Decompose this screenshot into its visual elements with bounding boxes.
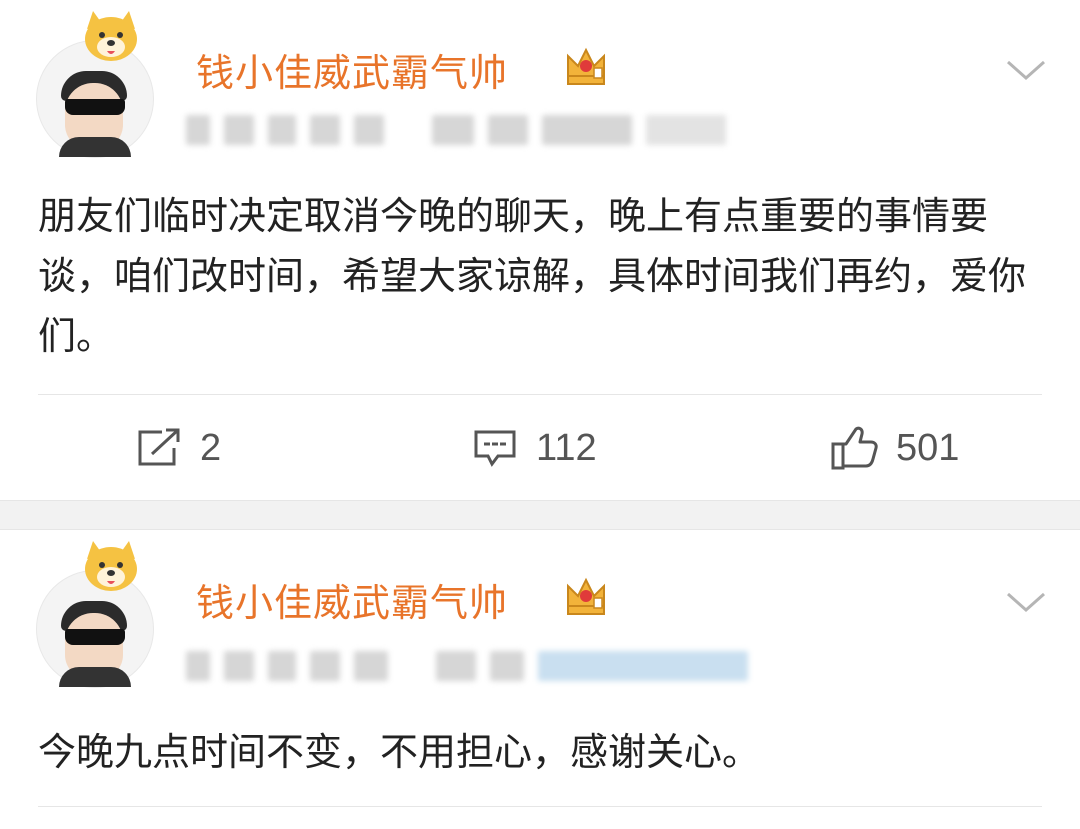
avatar[interactable] — [36, 11, 154, 158]
username[interactable]: 钱小佳威武霸气帅 — [196, 42, 508, 97]
repost-button[interactable]: 2 — [136, 425, 221, 471]
post-content: 今晚九点时间不变，不用担心，感谢关心。 — [38, 730, 761, 774]
avatar-shirt — [59, 137, 131, 157]
repost-count: 2 — [200, 426, 222, 469]
chevron-down-icon[interactable] — [1004, 56, 1048, 84]
crown-icon[interactable] — [564, 46, 608, 86]
weibo-post: 钱小佳威武霸气帅 今晚九点时间不变，不用担心，感谢关心。 — [0, 530, 1080, 829]
like-button[interactable]: 501 — [830, 425, 959, 471]
weibo-post: 钱小佳威武霸气帅 朋友们临时决定取消今晚的聊天，晚上有点重要的事情要谈，咱们改时… — [0, 0, 1080, 500]
post-meta-blurred — [186, 648, 748, 684]
comment-icon — [474, 430, 516, 467]
post-content: 朋友们临时决定取消今晚的聊天，晚上有点重要的事情要谈，咱们改时间，希望大家谅解，… — [38, 194, 1027, 358]
post-meta-blurred — [186, 112, 726, 148]
like-icon — [831, 426, 878, 470]
username[interactable]: 钱小佳威武霸气帅 — [196, 572, 508, 627]
feed-separator — [0, 500, 1080, 530]
avatar[interactable] — [36, 541, 154, 688]
comment-count: 112 — [536, 426, 597, 469]
like-count: 501 — [896, 426, 960, 469]
dog-badge-icon — [85, 11, 137, 61]
crown-icon[interactable] — [564, 576, 608, 616]
repost-icon — [138, 428, 180, 466]
divider — [38, 806, 1042, 807]
avatar-glasses — [65, 99, 125, 115]
avatar-glasses — [65, 629, 125, 645]
action-bar: 2 112 501 — [0, 395, 1080, 500]
weibo-feed: 钱小佳威武霸气帅 朋友们临时决定取消今晚的聊天，晚上有点重要的事情要谈，咱们改时… — [0, 0, 1080, 829]
comment-button[interactable]: 112 — [472, 425, 597, 471]
chevron-down-icon[interactable] — [1004, 588, 1048, 616]
avatar-shirt — [59, 667, 131, 687]
dog-badge-icon — [85, 541, 137, 591]
